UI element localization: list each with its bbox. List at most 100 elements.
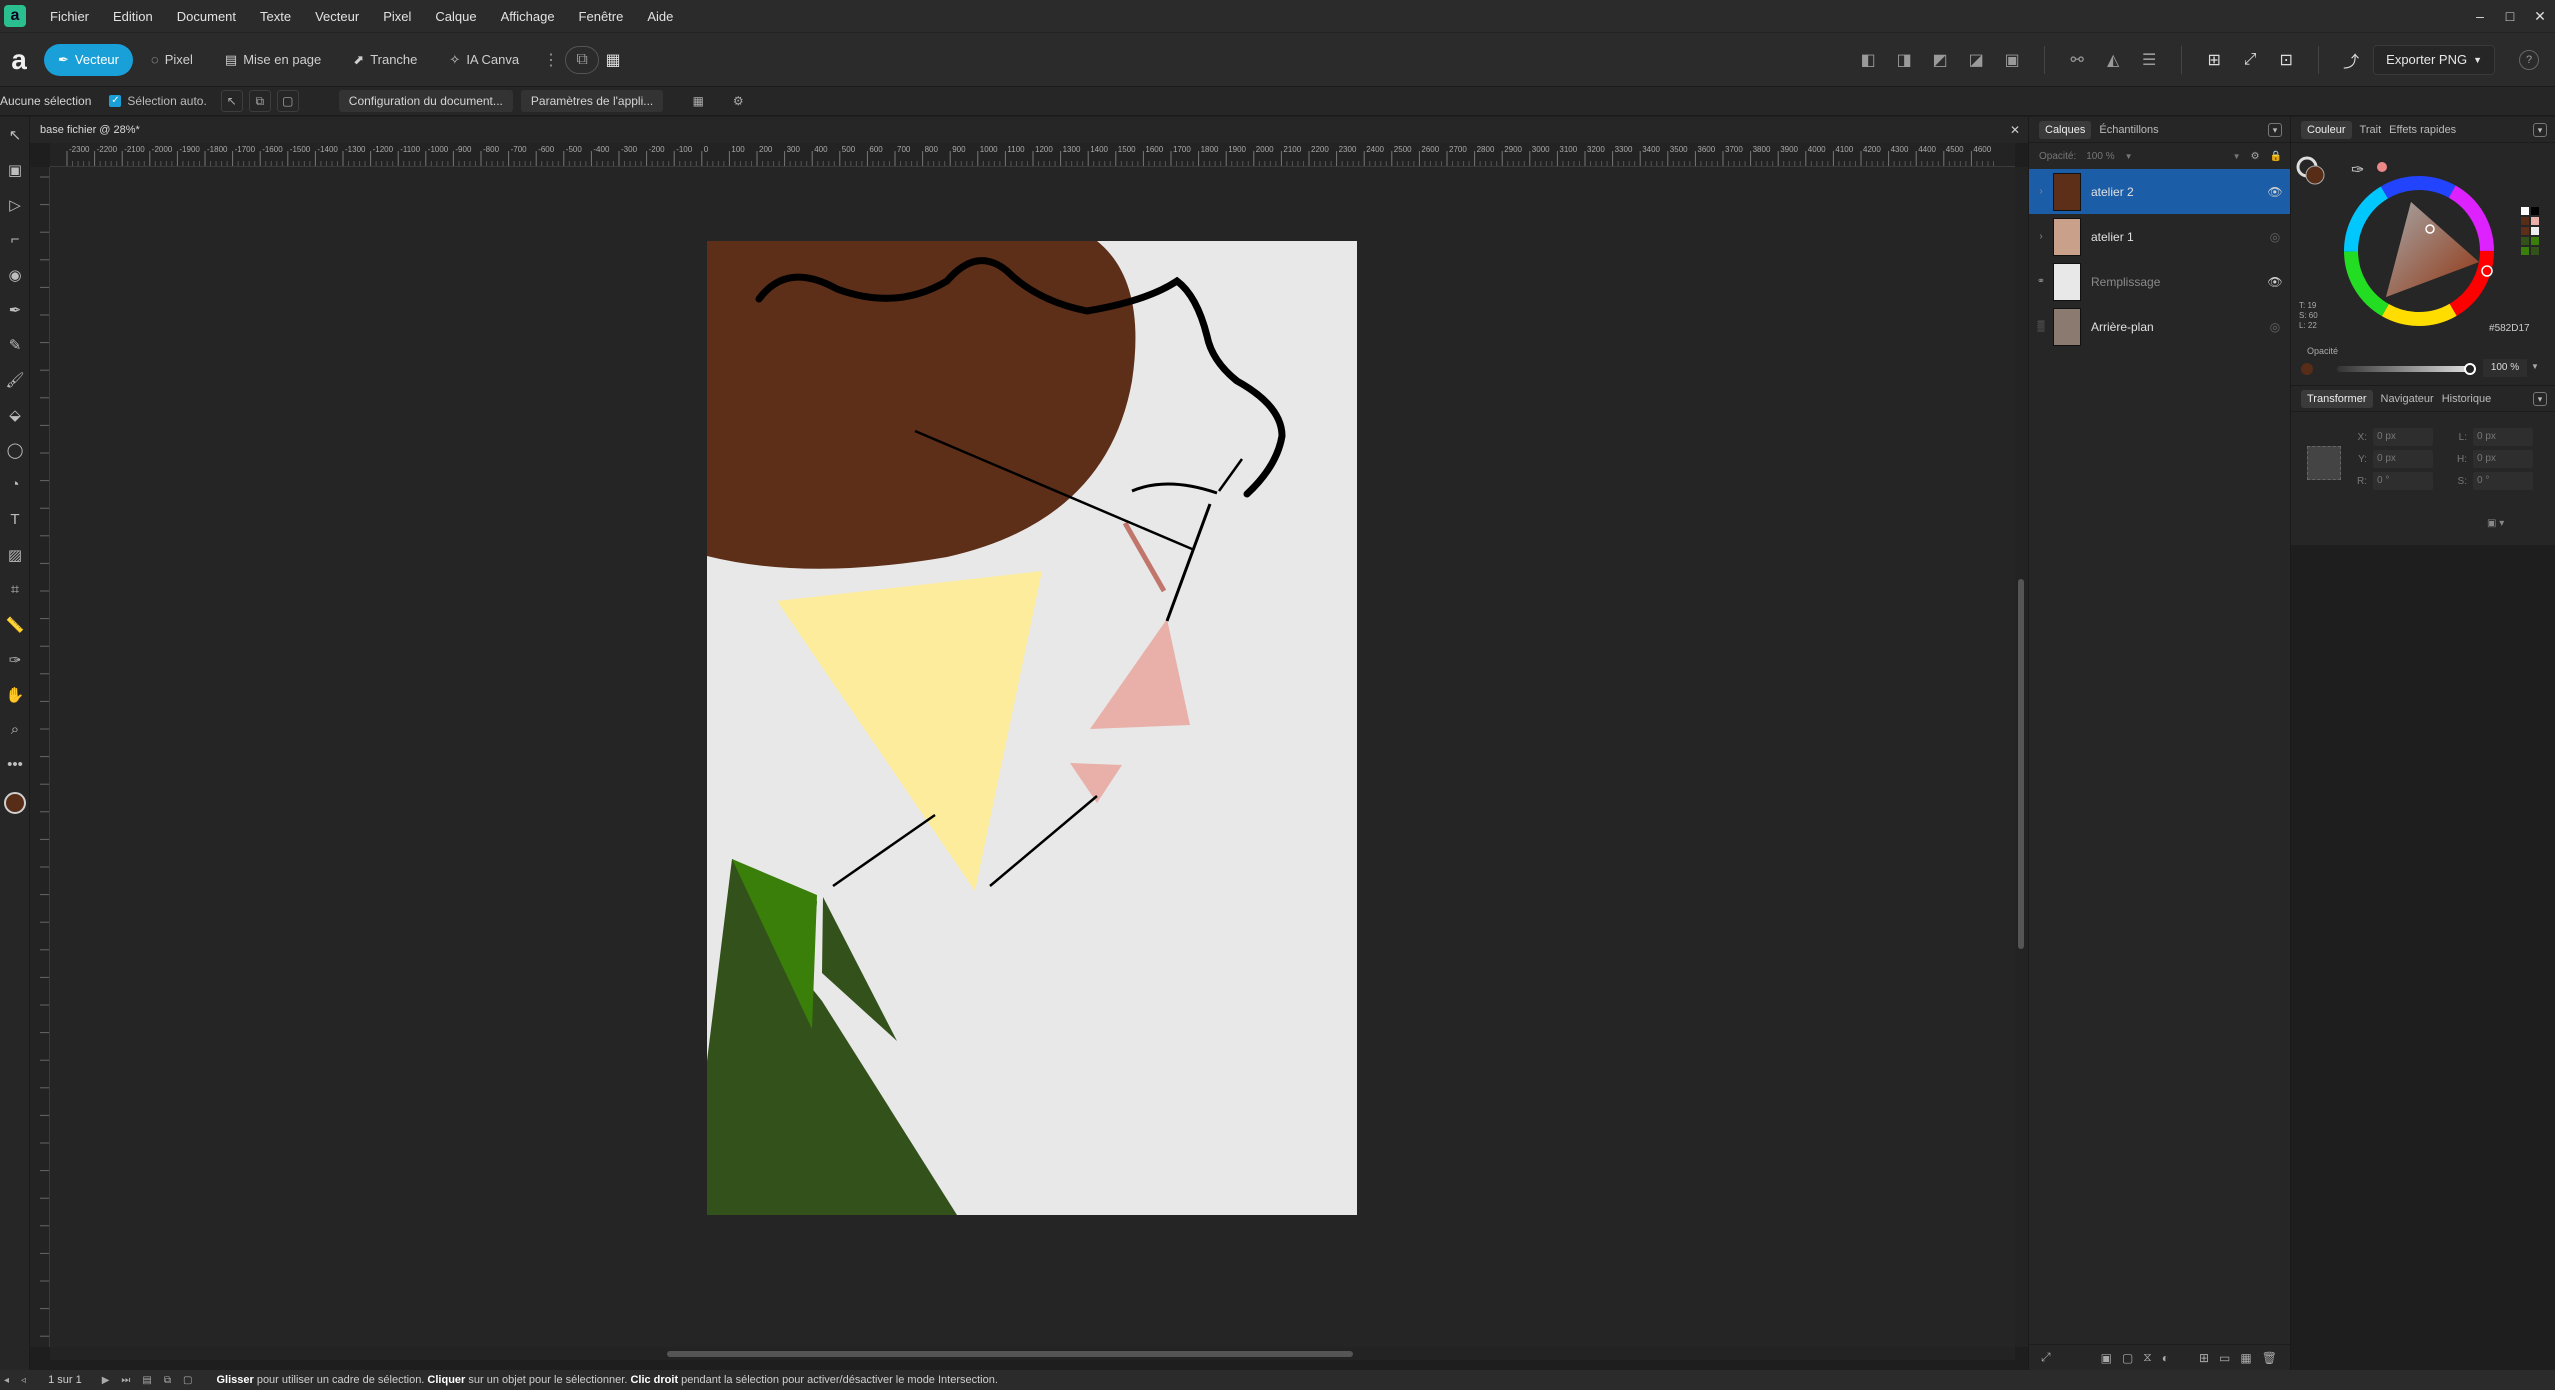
persona-tranche[interactable]: ⬈ Tranche xyxy=(339,44,431,76)
add-group-icon[interactable]: ⊞ xyxy=(2199,1351,2209,1365)
next-page-icon[interactable]: ▶ xyxy=(102,1375,110,1386)
document-tab[interactable]: base fichier @ 28%* ✕ xyxy=(30,117,2028,143)
tab-calques[interactable]: Calques xyxy=(2039,120,2092,139)
palette-swatch[interactable] xyxy=(2521,237,2529,245)
panel-collapse-icon[interactable]: ▾ xyxy=(2533,122,2547,137)
current-color-well[interactable] xyxy=(3,792,26,814)
spread-view-icon[interactable]: ⧉ xyxy=(164,1375,171,1386)
image-tool-icon[interactable]: ▨ xyxy=(0,537,30,572)
artboard[interactable] xyxy=(707,241,1357,1215)
opacity-slider[interactable] xyxy=(2337,366,2469,372)
export-png-button[interactable]: Exporter PNG ▼ xyxy=(2373,44,2495,75)
close-window-button[interactable]: ✕ xyxy=(2525,0,2555,32)
opacity-slider-handle[interactable] xyxy=(2464,363,2476,375)
document-setup-button[interactable]: Configuration du document... xyxy=(338,90,513,112)
ruler-tool-icon[interactable]: 📏 xyxy=(0,607,30,642)
affinity-logo-icon[interactable]: a xyxy=(4,44,34,75)
grid-icon[interactable]: ▦ xyxy=(599,46,627,74)
panel-collapse-icon[interactable]: ▾ xyxy=(2268,122,2282,137)
export-layer-icon[interactable]: ⤢ xyxy=(2041,1350,2051,1365)
arrange-forward-icon[interactable]: ◩ xyxy=(1926,46,1954,74)
fill-swatch-icon[interactable] xyxy=(2305,165,2325,185)
y-field[interactable]: 0 px xyxy=(2373,450,2433,468)
snapping-toggle-icon[interactable]: ⧉ xyxy=(565,45,600,74)
export-tool-icon[interactable]: ⤴ xyxy=(2337,46,2365,74)
page-options-icon[interactable]: ▢ xyxy=(183,1375,192,1386)
palette-swatch[interactable] xyxy=(2531,207,2539,215)
tab-echantillons[interactable]: Échantillons xyxy=(2099,124,2158,136)
text-tool-icon[interactable]: T xyxy=(0,502,30,537)
close-document-icon[interactable]: ✕ xyxy=(2010,123,2020,137)
help-icon[interactable]: ? xyxy=(2519,49,2539,70)
blend-mode-chevron-icon[interactable]: ▼ xyxy=(2233,152,2241,161)
recent-color-icon[interactable] xyxy=(2377,162,2387,172)
menu-vecteur[interactable]: Vecteur xyxy=(315,9,359,24)
align-icon[interactable]: ☰ xyxy=(2135,46,2163,74)
layer-mask-icon[interactable]: ▣ xyxy=(2101,1351,2112,1365)
group-icon[interactable]: ▣ xyxy=(1998,46,2026,74)
transform-origin-icon[interactable]: ⊞ xyxy=(2200,46,2228,74)
crop-tool-icon[interactable]: ⌗ xyxy=(0,572,30,607)
app-settings-button[interactable]: Paramètres de l'appli... xyxy=(520,90,664,112)
palette-swatch[interactable] xyxy=(2521,227,2529,235)
pencil-tool-icon[interactable]: ✎ xyxy=(0,327,30,362)
menu-aide[interactable]: Aide xyxy=(647,9,673,24)
palette-swatch[interactable] xyxy=(2531,247,2539,255)
layer-settings-icon[interactable]: ⚙ xyxy=(2251,151,2260,162)
first-page-icon[interactable]: ◃ xyxy=(21,1375,26,1386)
rotation-field[interactable]: 0 ° xyxy=(2373,472,2433,490)
link-icon[interactable]: ⚭ xyxy=(2029,276,2053,287)
anchor-selector-icon[interactable] xyxy=(2307,446,2341,480)
palette-swatch[interactable] xyxy=(2531,227,2539,235)
arrange-backward-icon[interactable]: ◨ xyxy=(1890,46,1918,74)
zoom-tool-icon[interactable]: ⌕ xyxy=(0,712,30,747)
x-field[interactable]: 0 px xyxy=(2373,428,2433,446)
height-field[interactable]: 0 px xyxy=(2473,450,2533,468)
color-opacity-input[interactable]: 100 % xyxy=(2483,359,2527,377)
layer-row-arriere-plan[interactable]: ▒ Arrière-plan ◎ xyxy=(2029,304,2290,349)
add-layer-icon[interactable]: ▭ xyxy=(2219,1351,2230,1365)
persona-ia-canva[interactable]: ✧ IA Canva xyxy=(435,44,533,76)
tab-couleur[interactable]: Couleur xyxy=(2301,120,2352,139)
eyedropper-icon[interactable]: ✑ xyxy=(2351,162,2364,179)
menu-fenetre[interactable]: Fenêtre xyxy=(579,9,624,24)
settings-gear-icon[interactable]: ⚙ xyxy=(727,90,749,112)
persona-vecteur[interactable]: ✒ Vecteur xyxy=(44,43,133,76)
menu-document[interactable]: Document xyxy=(177,9,236,24)
layer-row-atelier-1[interactable]: › atelier 1 ◎ xyxy=(2029,214,2290,259)
fill-tool-icon[interactable]: ⬙ xyxy=(0,397,30,432)
move-tool-icon[interactable]: ↖ xyxy=(0,117,30,152)
layer-row-remplissage[interactable]: ⚭ Remplissage 👁 xyxy=(2029,259,2290,304)
expand-icon[interactable]: › xyxy=(2029,186,2053,197)
node-tool-icon[interactable]: ▷ xyxy=(0,187,30,222)
visibility-eye-icon[interactable]: ◎ xyxy=(2260,230,2290,244)
tab-effets-rapides[interactable]: Effets rapides xyxy=(2389,124,2456,136)
visibility-eye-icon[interactable]: ◎ xyxy=(2260,320,2290,334)
tab-trait[interactable]: Trait xyxy=(2360,124,2382,136)
color-wheel[interactable]: ✑ xyxy=(2291,147,2555,337)
menu-texte[interactable]: Texte xyxy=(260,9,291,24)
vector-mask-icon[interactable]: ▢ xyxy=(2122,1351,2133,1365)
menu-calque[interactable]: Calque xyxy=(435,9,476,24)
chevron-down-icon[interactable]: ▼ xyxy=(2531,362,2539,371)
vertical-scroll-thumb[interactable] xyxy=(2018,579,2024,949)
panel-collapse-icon[interactable]: ▾ xyxy=(2533,391,2547,406)
auto-select-checkbox[interactable]: ✓ xyxy=(109,95,122,107)
hand-tool-icon[interactable]: ✋ xyxy=(0,677,30,712)
palette-swatch[interactable] xyxy=(2531,217,2539,225)
horizontal-scroll-thumb[interactable] xyxy=(667,1351,1353,1357)
transform-options-icon[interactable]: ▣ ▾ xyxy=(2487,518,2504,529)
persona-pixel[interactable]: ◌ Pixel xyxy=(137,44,207,76)
snap-icon[interactable]: ⤢ xyxy=(2236,46,2264,74)
corner-tool-icon[interactable]: ⌐ xyxy=(0,222,30,257)
horizontal-scrollbar[interactable] xyxy=(50,1347,2015,1360)
minimize-button[interactable]: – xyxy=(2465,0,2495,32)
grid-settings-icon[interactable]: ▦ xyxy=(687,90,709,112)
palette-swatch[interactable] xyxy=(2521,207,2529,215)
pen-tool-icon[interactable]: ✒ xyxy=(0,292,30,327)
palette-swatch[interactable] xyxy=(2531,237,2539,245)
fit-icon[interactable]: ⊡ xyxy=(2272,46,2300,74)
adjustment-icon[interactable]: ⧖ xyxy=(2143,1350,2151,1365)
more-menu-icon[interactable]: ⋮ xyxy=(537,46,565,74)
more-tools-icon[interactable]: ••• xyxy=(0,747,30,782)
